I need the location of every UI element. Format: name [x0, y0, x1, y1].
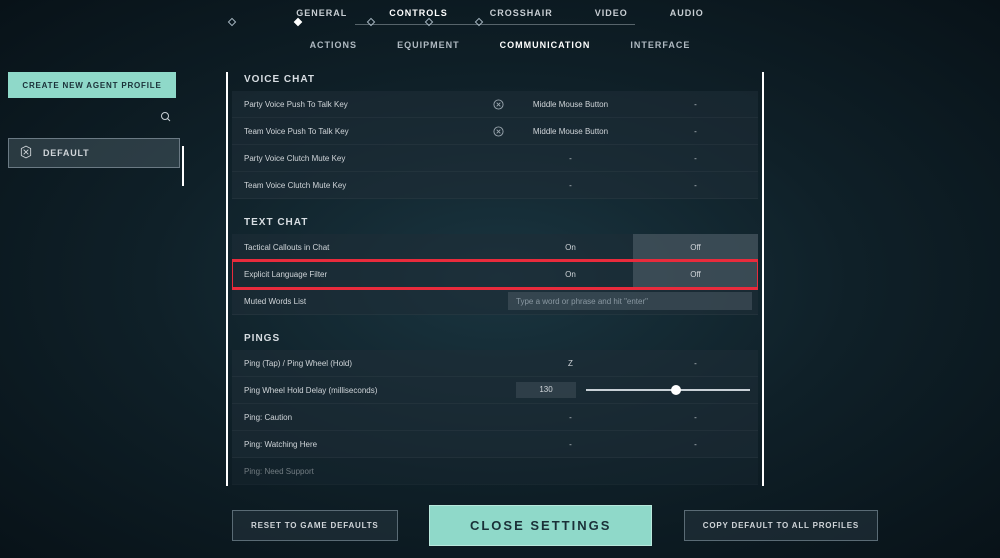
close-settings-button[interactable]: CLOSE SETTINGS — [429, 505, 652, 546]
row-team-clutch-mute: Team Voice Clutch Mute Key - - — [232, 172, 758, 199]
settings-content: VOICE CHAT Party Voice Push To Talk Key … — [232, 66, 758, 486]
copy-default-button[interactable]: COPY DEFAULT TO ALL PROFILES — [684, 510, 878, 541]
bottom-bar: RESET TO GAME DEFAULTS CLOSE SETTINGS CO… — [232, 505, 878, 546]
binding-primary[interactable]: Middle Mouse Button — [508, 127, 633, 136]
row-label: Party Voice Clutch Mute Key — [244, 154, 488, 163]
binding-secondary[interactable]: - — [633, 181, 758, 190]
row-label: Ping (Tap) / Ping Wheel (Hold) — [244, 359, 508, 368]
profile-divider — [182, 146, 184, 186]
binding-secondary[interactable]: - — [633, 100, 758, 109]
binding-primary[interactable]: - — [508, 154, 633, 163]
search-icon[interactable] — [160, 110, 172, 128]
row-party-voice-ptt: Party Voice Push To Talk Key Middle Mous… — [232, 91, 758, 118]
subtab-communication[interactable]: COMMUNICATION — [500, 40, 591, 50]
profile-label: DEFAULT — [43, 148, 89, 158]
row-team-voice-ptt: Team Voice Push To Talk Key Middle Mouse… — [232, 118, 758, 145]
row-label: Muted Words List — [244, 297, 508, 306]
section-text-chat: TEXT CHAT — [232, 209, 758, 234]
binding-primary[interactable]: - — [508, 440, 633, 449]
row-ping-wheel: Ping (Tap) / Ping Wheel (Hold) Z - — [232, 350, 758, 377]
create-profile-button[interactable]: CREATE NEW AGENT PROFILE — [8, 72, 176, 98]
toggle-off[interactable]: Off — [633, 234, 758, 260]
scroll-indicator-right[interactable] — [762, 72, 764, 486]
toggle-off[interactable]: Off — [633, 261, 758, 287]
slider-thumb[interactable] — [671, 385, 681, 395]
muted-words-input[interactable]: Type a word or phrase and hit "enter" — [508, 292, 752, 310]
subtab-equipment[interactable]: EQUIPMENT — [397, 40, 460, 50]
slider-track[interactable] — [586, 389, 750, 391]
clear-binding-icon[interactable] — [488, 126, 508, 137]
binding-secondary[interactable]: - — [633, 440, 758, 449]
profile-item-default[interactable]: DEFAULT — [8, 138, 180, 168]
binding-primary[interactable]: Middle Mouse Button — [508, 100, 633, 109]
row-label: Ping Wheel Hold Delay (milliseconds) — [244, 386, 508, 395]
binding-secondary[interactable]: - — [633, 154, 758, 163]
binding-secondary[interactable]: - — [633, 127, 758, 136]
binding-primary[interactable]: Z — [508, 359, 633, 368]
scroll-indicator-left — [226, 72, 228, 486]
row-label: Tactical Callouts in Chat — [244, 243, 508, 252]
row-party-clutch-mute: Party Voice Clutch Mute Key - - — [232, 145, 758, 172]
section-voice-chat: VOICE CHAT — [232, 66, 758, 91]
binding-secondary[interactable]: - — [633, 359, 758, 368]
row-ping-watching: Ping: Watching Here - - — [232, 431, 758, 458]
row-ping-delay: Ping Wheel Hold Delay (milliseconds) 130 — [232, 377, 758, 404]
toggle-on[interactable]: On — [508, 261, 633, 287]
toggle-on[interactable]: On — [508, 234, 633, 260]
binding-primary[interactable]: - — [508, 413, 633, 422]
nav-diamonds — [0, 19, 1000, 25]
subtab-interface[interactable]: INTERFACE — [630, 40, 690, 50]
binding-secondary[interactable]: - — [633, 413, 758, 422]
row-label: Team Voice Push To Talk Key — [244, 127, 488, 136]
reset-defaults-button[interactable]: RESET TO GAME DEFAULTS — [232, 510, 398, 541]
sub-nav: ACTIONS EQUIPMENT COMMUNICATION INTERFAC… — [0, 40, 1000, 50]
row-label: Party Voice Push To Talk Key — [244, 100, 488, 109]
profile-icon — [19, 145, 33, 161]
row-label: Ping: Watching Here — [244, 440, 508, 449]
clear-binding-icon[interactable] — [488, 99, 508, 110]
row-label: Ping: Caution — [244, 413, 508, 422]
row-muted-words: Muted Words List Type a word or phrase a… — [232, 288, 758, 315]
row-tactical-callouts: Tactical Callouts in Chat On Off — [232, 234, 758, 261]
row-ping-need-support: Ping: Need Support — [232, 458, 758, 485]
binding-primary[interactable]: - — [508, 181, 633, 190]
sidebar: CREATE NEW AGENT PROFILE DEFAULT — [8, 72, 180, 168]
row-ping-caution: Ping: Caution - - — [232, 404, 758, 431]
section-pings: PINGS — [232, 325, 758, 350]
row-label: Team Voice Clutch Mute Key — [244, 181, 488, 190]
slider-value[interactable]: 130 — [516, 382, 576, 398]
row-label: Ping: Need Support — [244, 467, 508, 476]
row-explicit-language-filter: Explicit Language Filter On Off — [232, 261, 758, 288]
row-label: Explicit Language Filter — [244, 270, 508, 279]
subtab-actions[interactable]: ACTIONS — [310, 40, 358, 50]
